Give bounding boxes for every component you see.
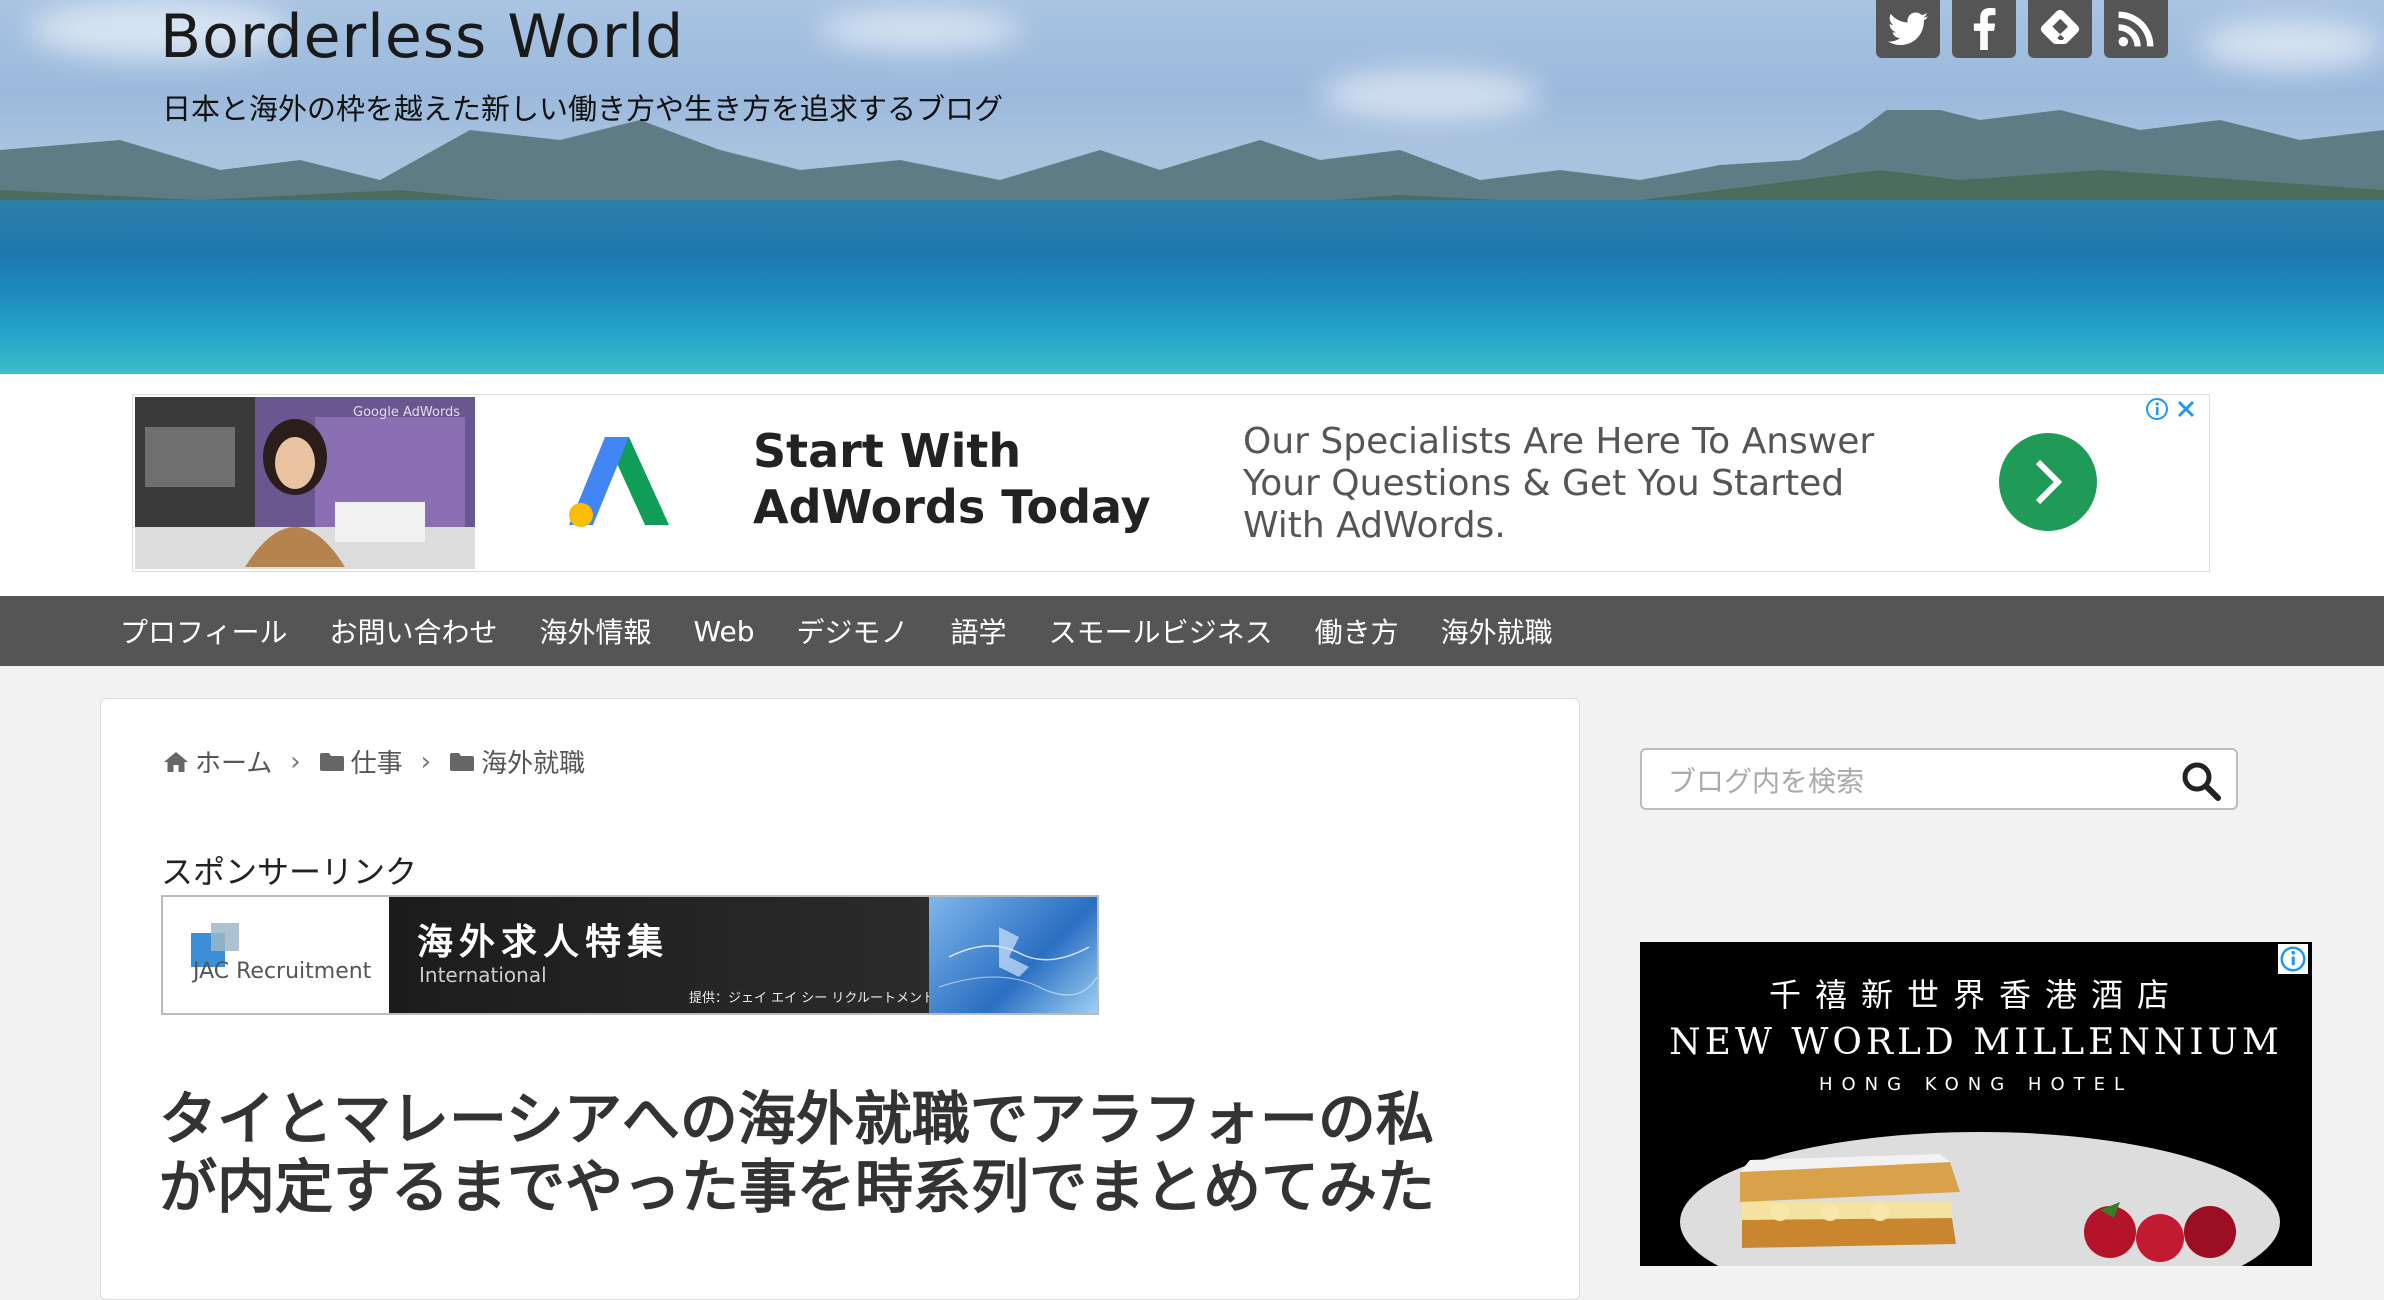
breadcrumb-category-label: 仕事 <box>350 749 403 779</box>
folder-icon <box>319 752 344 771</box>
chevron-right-icon <box>2035 459 2063 505</box>
nav-item-contact[interactable]: お問い合わせ <box>329 611 497 651</box>
rss-button[interactable] <box>2104 0 2168 58</box>
hotel-ad-cake-image <box>1740 1154 1960 1248</box>
ad-choices <box>2145 397 2197 421</box>
article-title[interactable]: タイとマレーシアへの海外就職でアラフォーの私が内定するまでやった事を時系列でまと… <box>159 1085 1489 1221</box>
ad-photo[interactable]: Google AdWords <box>135 397 475 569</box>
adwords-logo-icon <box>569 437 669 527</box>
breadcrumb-category[interactable]: 仕事 <box>319 743 403 780</box>
social-links <box>1876 0 2168 58</box>
nav-item-digimono[interactable]: デジモノ <box>797 611 909 651</box>
global-nav: プロフィール お問い合わせ 海外情報 Web デジモノ 語学 スモールビジネス … <box>0 596 2384 666</box>
site-title[interactable]: Borderless World <box>160 2 684 72</box>
top-ad-area: Google AdWords Start With AdWords Today … <box>0 374 2384 596</box>
twitter-button[interactable] <box>1876 0 1940 58</box>
jac-ad-map-image <box>929 897 1097 1013</box>
nav-item-web[interactable]: Web <box>693 615 754 648</box>
twitter-icon <box>1888 12 1928 45</box>
chevron-right-icon: › <box>290 746 301 777</box>
ad-info-icon[interactable] <box>2145 397 2169 421</box>
header-cloud <box>820 10 1020 50</box>
jac-logo: JAC Recruitment <box>163 897 389 1013</box>
hotel-ad[interactable]: 千禧新世界香港酒店 NEW WORLD MILLENNIUM HONG KONG… <box>1640 942 2312 1266</box>
jac-brand: JAC Recruitment <box>193 959 372 984</box>
main-content: ホーム › 仕事 › 海外就職 スポンサーリンク JAC Recruitment <box>100 698 1580 1300</box>
jac-provider: 提供：ジェイ エイ シー リクルートメント <box>689 991 936 1006</box>
nav-item-overseas-info[interactable]: 海外情報 <box>539 611 651 651</box>
world-map-icon <box>938 927 1097 996</box>
feedly-icon <box>2040 9 2080 45</box>
adwords-ad[interactable]: Google AdWords Start With AdWords Today … <box>132 394 2210 572</box>
info-icon <box>2278 944 2308 974</box>
search-form <box>1640 748 2238 810</box>
nav-item-language[interactable]: 語学 <box>951 611 1007 651</box>
header-cloud <box>2200 20 2380 70</box>
search-input[interactable] <box>1666 760 2170 802</box>
ad-go-button[interactable] <box>1999 433 2097 531</box>
breadcrumb-subcategory-label: 海外就職 <box>481 749 586 779</box>
hotel-ad-name: NEW WORLD MILLENNIUM <box>1669 1022 2283 1063</box>
breadcrumb-home[interactable]: ホーム <box>163 743 272 780</box>
site-header: Borderless World 日本と海外の枠を越えた新しい働き方や生き方を追… <box>0 0 2384 374</box>
hotel-ad-chinese-name: 千禧新世界香港酒店 <box>1768 976 2183 1014</box>
search-button[interactable] <box>2180 760 2222 802</box>
feedly-button[interactable] <box>2028 0 2092 58</box>
rss-icon <box>2118 11 2154 47</box>
site-description: 日本と海外の枠を越えた新しい働き方や生き方を追求するブログ <box>162 92 1004 126</box>
jac-ad-banner[interactable]: JAC Recruitment 海外求人特集 International 提供：… <box>161 895 1099 1015</box>
folder-icon <box>450 752 475 771</box>
breadcrumb-home-label: ホーム <box>195 749 273 779</box>
header-sea <box>0 200 2384 374</box>
ad-info-icon[interactable] <box>2278 944 2308 974</box>
ad-close-icon[interactable] <box>2175 398 2197 420</box>
breadcrumb-subcategory[interactable]: 海外就職 <box>449 743 585 780</box>
sponsor-label: スポンサーリンク <box>161 853 418 891</box>
hotel-ad-berries-image <box>2084 1202 2236 1262</box>
ad-photo-image <box>135 397 475 569</box>
jac-ad-dark-panel: 海外求人特集 International 提供：ジェイ エイ シー リクルートメ… <box>389 897 935 1013</box>
ad-photo-logo: Google AdWords <box>353 405 461 420</box>
nav-item-small-business[interactable]: スモールビジネス <box>1049 611 1273 651</box>
nav-item-profile[interactable]: プロフィール <box>120 611 287 651</box>
facebook-icon <box>1973 8 1996 50</box>
facebook-button[interactable] <box>1952 0 2016 58</box>
jac-sub: International <box>419 963 547 987</box>
jac-headline: 海外求人特集 <box>417 922 670 963</box>
ad-body: Our Specialists Are Here To Answer Your … <box>1243 421 1875 546</box>
hotel-ad-location: HONG KONG HOTEL <box>1818 1074 2134 1095</box>
nav-item-workstyle[interactable]: 働き方 <box>1315 611 1399 651</box>
home-icon <box>164 751 188 772</box>
ad-headline[interactable]: Start With AdWords Today <box>753 423 1193 535</box>
chevron-right-icon: › <box>420 746 432 777</box>
breadcrumb: ホーム › 仕事 › 海外就職 <box>163 743 585 780</box>
search-icon <box>2182 762 2221 801</box>
nav-item-overseas-job[interactable]: 海外就職 <box>1441 611 1553 651</box>
